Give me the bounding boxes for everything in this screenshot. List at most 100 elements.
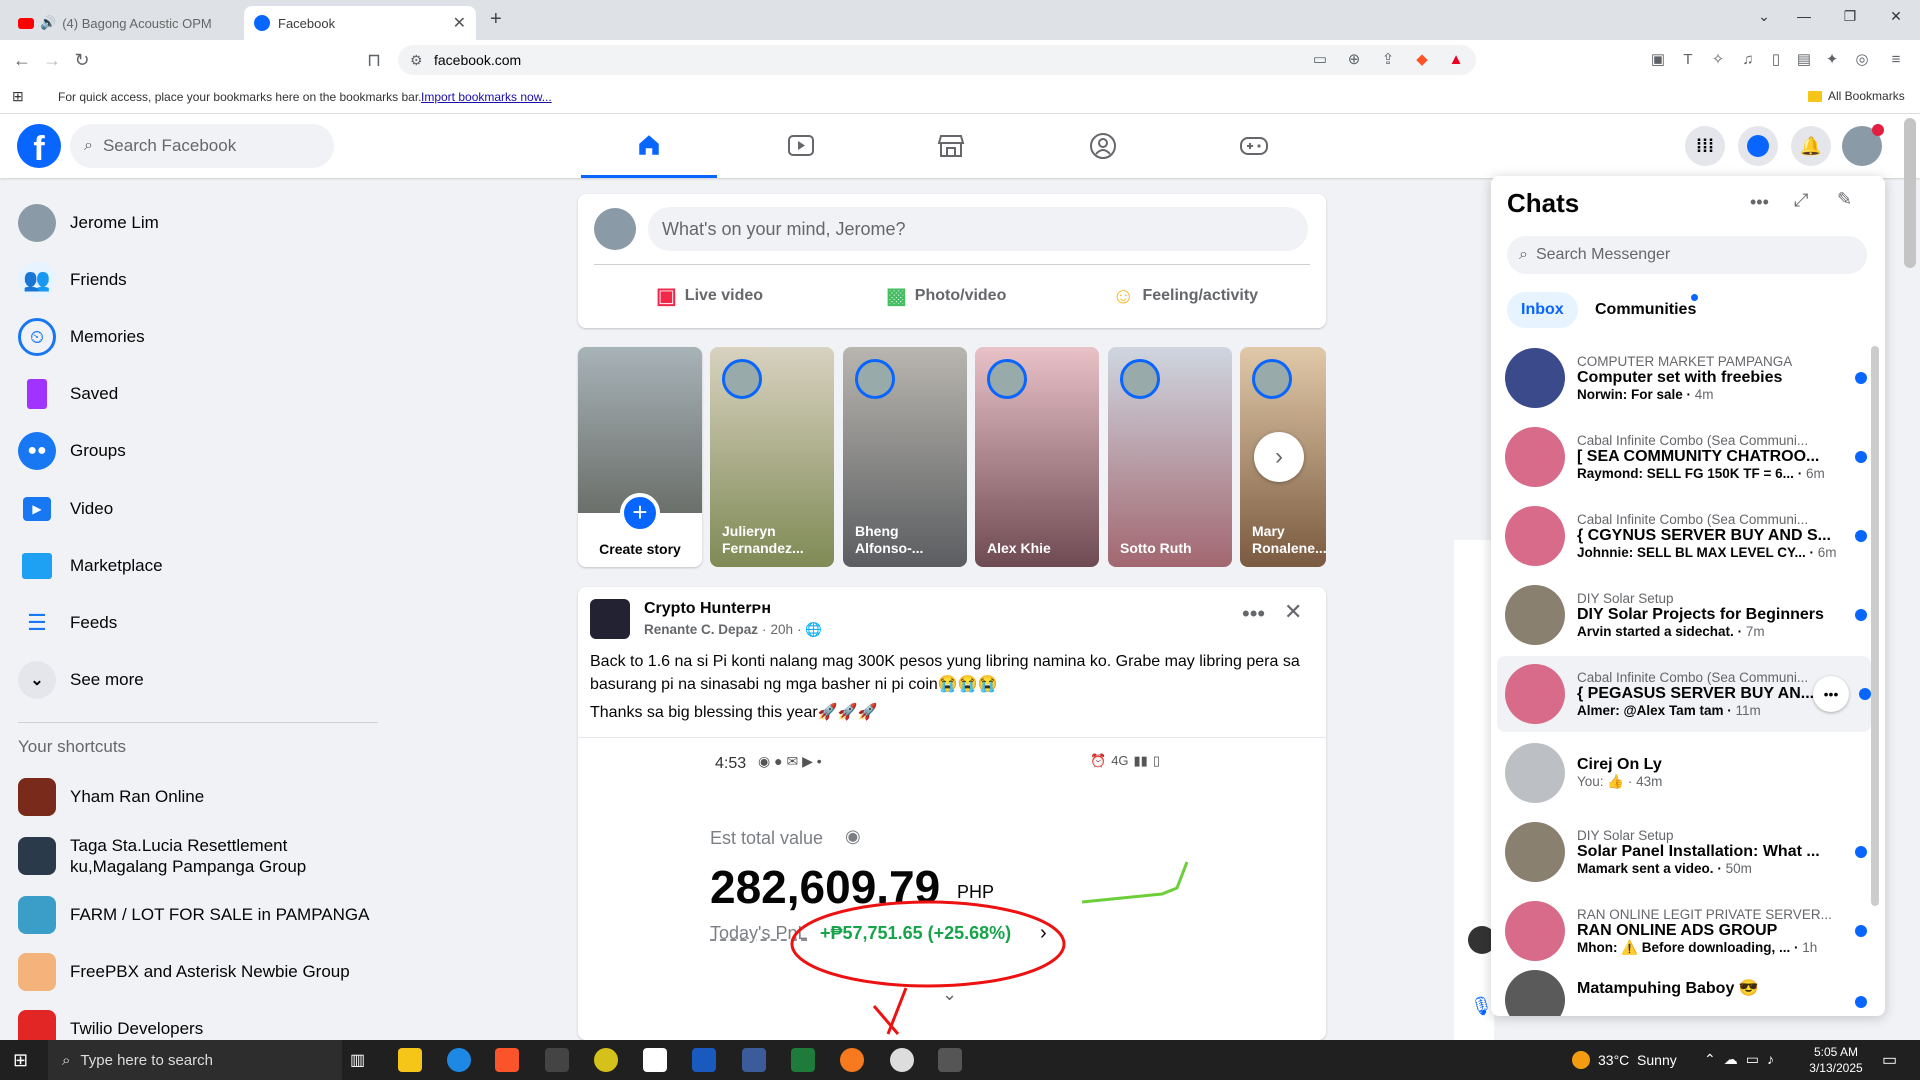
vpn-icon[interactable]: ◎ — [1852, 50, 1872, 70]
live-video-button[interactable]: ▣ Live video — [656, 276, 763, 316]
story-card[interactable]: Julieryn Fernandez... — [710, 347, 834, 567]
apps-grid-icon[interactable]: ⊞ — [12, 88, 24, 105]
excel-icon[interactable] — [791, 1048, 815, 1072]
app-icon[interactable] — [545, 1048, 569, 1072]
chat-item[interactable]: RAN ONLINE LEGIT PRIVATE SERVER... RAN ON… — [1505, 893, 1867, 969]
page-scrollbar[interactable] — [1904, 118, 1916, 268]
share-icon[interactable]: ⇪ — [1378, 50, 1398, 70]
chat-item[interactable]: COMPUTER MARKET PAMPANGA Computer set wit… — [1505, 340, 1867, 416]
more-options-icon[interactable]: ••• — [1750, 192, 1769, 213]
sidebar-item-saved[interactable]: Saved — [18, 368, 118, 420]
microphone-icon[interactable]: 🎙 — [1470, 996, 1493, 1017]
sidebar-item-see-more[interactable]: ⌄ See more — [18, 654, 144, 706]
tab-facebook[interactable]: Facebook ✕ — [244, 6, 476, 40]
leo-ai-icon[interactable]: ✦ — [1822, 50, 1842, 70]
weather-widget[interactable]: 33°C Sunny — [1572, 1051, 1677, 1069]
post-group-name[interactable]: Crypto Hunterᴘʜ — [644, 600, 771, 618]
composer-input[interactable]: What's on your mind, Jerome? — [648, 207, 1308, 251]
file-explorer-icon[interactable] — [398, 1048, 422, 1072]
edge-icon[interactable] — [447, 1048, 471, 1072]
brave-shield-icon[interactable]: ◆ — [1412, 50, 1432, 70]
sidebar-item-marketplace[interactable]: Marketplace — [18, 540, 163, 592]
account-avatar[interactable] — [1842, 124, 1884, 166]
forward-icon[interactable]: → — [40, 48, 64, 72]
notifications-button[interactable]: 🔔 — [1791, 126, 1831, 166]
brave-icon[interactable] — [495, 1048, 519, 1072]
wallet-icon[interactable]: ▤ — [1794, 50, 1814, 70]
chat-item[interactable]: DIY Solar Setup DIY Solar Projects for Be… — [1505, 577, 1867, 653]
settings-icon[interactable] — [938, 1048, 962, 1072]
nav-marketplace-tab[interactable] — [883, 114, 1019, 178]
chat-item[interactable]: Matampuhing Baboy 😎 — [1505, 970, 1867, 1016]
zoom-icon[interactable]: ⊕ — [1344, 50, 1364, 70]
new-message-icon[interactable]: ✎ — [1837, 189, 1852, 210]
system-tray-icons[interactable]: ⌃☁▭♪ — [1704, 1051, 1782, 1068]
nav-groups-tab[interactable] — [1035, 114, 1171, 178]
photo-video-button[interactable]: ▩ Photo/video — [886, 276, 1006, 316]
feeling-activity-button[interactable]: ☺ Feeling/activity — [1112, 276, 1258, 316]
chat-item[interactable]: Cabal Infinite Combo (Sea Communi...{ CG… — [1505, 498, 1867, 574]
nav-video-tab[interactable] — [733, 114, 869, 178]
close-window-button[interactable]: ✕ — [1876, 8, 1916, 25]
notification-center-icon[interactable]: ▭ — [1882, 1050, 1897, 1070]
shortcut-item[interactable]: Yham Ran Online — [18, 771, 204, 823]
nav-gaming-tab[interactable] — [1186, 114, 1322, 178]
post-author[interactable]: Renante C. Depaz — [644, 622, 758, 638]
all-bookmarks-button[interactable]: All Bookmarks — [1808, 89, 1905, 103]
extension-icon[interactable]: ▣ — [1648, 50, 1668, 70]
speaker-icon[interactable]: 🔊 — [40, 15, 56, 31]
search-messenger-input[interactable]: ⌕ Search Messenger — [1507, 236, 1867, 274]
brave-rewards-icon[interactable]: ▲ — [1446, 50, 1466, 70]
app-icon[interactable] — [594, 1048, 618, 1072]
translate-icon[interactable]: T — [1678, 50, 1698, 70]
reload-icon[interactable]: ↻ — [70, 48, 94, 72]
facebook-search-input[interactable]: ⌕ Search Facebook — [70, 124, 334, 168]
cast-icon[interactable]: ▭ — [1310, 50, 1330, 70]
menu-grid-button[interactable]: ⁞⁞⁞ — [1685, 126, 1725, 166]
puzzle-icon[interactable]: ✧ — [1708, 50, 1728, 70]
taskbar-search-input[interactable]: ⌕ Type here to search — [48, 1040, 342, 1080]
windows-start-icon[interactable]: ⊞ — [13, 1050, 28, 1071]
site-info-icon[interactable]: ⚙ — [410, 52, 423, 69]
expand-icon[interactable]: ⤢ — [1794, 190, 1808, 211]
new-tab-button[interactable]: + — [490, 8, 502, 31]
story-card[interactable]: Bheng Alfonso-... — [843, 347, 967, 567]
post-time[interactable]: 20h — [771, 622, 794, 638]
close-post-icon[interactable]: ✕ — [1284, 599, 1302, 625]
nav-home-tab[interactable] — [581, 114, 717, 178]
tab-inbox[interactable]: Inbox — [1507, 292, 1578, 328]
sidebar-item-friends[interactable]: 👥 Friends — [18, 254, 127, 306]
sidebar-item-video[interactable]: ▶ Video — [18, 483, 113, 535]
close-tab-icon[interactable]: ✕ — [453, 13, 466, 33]
chat-item[interactable]: Cabal Infinite Combo (Sea Communi...[ SE… — [1505, 419, 1867, 495]
more-options-icon[interactable]: ••• — [1242, 601, 1265, 627]
app-icon[interactable] — [643, 1048, 667, 1072]
story-card[interactable]: Sotto Ruth — [1108, 347, 1232, 567]
clock[interactable]: 5:05 AM 3/13/2025 — [1796, 1044, 1876, 1076]
shortcut-item[interactable]: FARM / LOT FOR SALE in PAMPANGA — [18, 889, 369, 941]
shortcut-item[interactable]: Taga Sta.Lucia Resettlement ku,Magalang … — [18, 830, 318, 882]
tab-communities[interactable]: Communities — [1581, 292, 1710, 328]
chat-item[interactable]: DIY Solar Setup Solar Panel Installation:… — [1505, 814, 1867, 890]
app-icon[interactable] — [890, 1048, 914, 1072]
chats-scrollbar[interactable] — [1871, 346, 1879, 906]
import-bookmarks-link[interactable]: Import bookmarks now... — [421, 90, 552, 104]
app-icon[interactable] — [742, 1048, 766, 1072]
menu-icon[interactable]: ≡ — [1886, 50, 1906, 70]
task-view-icon[interactable]: ▥ — [350, 1050, 365, 1070]
back-icon[interactable]: ← — [10, 48, 34, 72]
create-story-card[interactable]: + Create story — [578, 347, 702, 567]
tab-youtube[interactable]: 🔊 (4) Bagong Acoustic OPM 2024 — [8, 6, 236, 40]
app-icon[interactable] — [840, 1048, 864, 1072]
shortcut-item[interactable]: FreePBX and Asterisk Newbie Group — [18, 946, 350, 998]
chat-options-button[interactable]: ••• — [1813, 676, 1849, 712]
sidebar-item-memories[interactable]: ⏲ Memories — [18, 311, 145, 363]
story-card[interactable]: Alex Khie — [975, 347, 1099, 567]
tab-search-icon[interactable]: ⌄ — [1744, 8, 1784, 25]
messenger-button[interactable] — [1738, 126, 1778, 166]
sidebar-toggle-icon[interactable]: ▯ — [1766, 50, 1786, 70]
bookmark-page-icon[interactable]: ⊓ — [362, 48, 386, 72]
music-icon[interactable]: ♫ — [1738, 50, 1758, 70]
minimize-button[interactable]: — — [1784, 8, 1824, 24]
facebook-logo[interactable]: f — [17, 124, 61, 168]
